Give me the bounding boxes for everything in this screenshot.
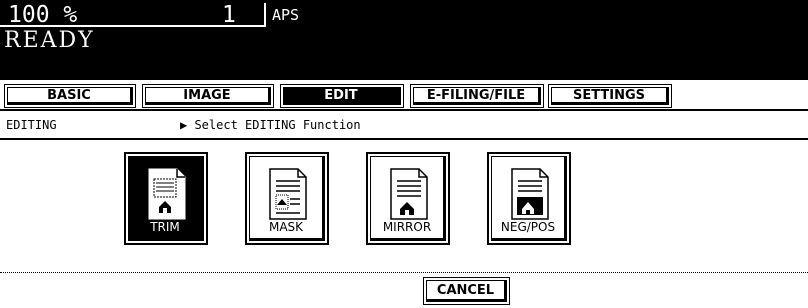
trim-label: TRIM — [150, 220, 180, 234]
tab-image-label: IMAGE — [145, 87, 271, 105]
paper-size: APS — [272, 6, 300, 24]
mirror-button[interactable]: MIRROR — [366, 152, 450, 245]
tab-basic[interactable]: BASIC — [4, 84, 136, 108]
machine-status: READY — [4, 28, 95, 53]
tab-efiling-file-label: E-FILING/FILE — [413, 87, 541, 105]
trim-button-face: TRIM — [128, 156, 204, 241]
mirror-button-face: MIRROR — [370, 156, 446, 241]
mask-button[interactable]: MASK — [245, 152, 329, 245]
header-divider — [0, 138, 808, 140]
tab-basic-label: BASIC — [7, 87, 133, 105]
mirror-label: MIRROR — [382, 220, 432, 234]
negpos-button-face: NEG/POS — [491, 156, 567, 241]
mask-button-face: MASK — [249, 156, 325, 241]
tab-edit[interactable]: EDIT — [280, 84, 404, 108]
tab-underline — [0, 109, 808, 111]
section-title: EDITING — [6, 118, 57, 132]
mask-icon — [269, 168, 307, 220]
negpos-label: NEG/POS — [500, 220, 556, 234]
mask-label: MASK — [268, 220, 304, 234]
tab-efiling-file[interactable]: E-FILING/FILE — [410, 84, 544, 108]
footer-divider — [0, 272, 808, 273]
cancel-button[interactable]: CANCEL — [423, 277, 510, 305]
instruction-text: ▶ Select EDITING Function — [180, 118, 361, 132]
copy-count: 1 — [222, 2, 236, 28]
negpos-button[interactable]: NEG/POS — [487, 152, 571, 245]
zoom-copies-box: 100 % 1 — [0, 3, 266, 27]
cancel-label: CANCEL — [426, 280, 507, 302]
tab-edit-label: EDIT — [283, 87, 401, 105]
negpos-icon — [511, 168, 549, 220]
tab-settings[interactable]: SETTINGS — [548, 84, 672, 108]
mirror-icon — [390, 168, 428, 220]
tab-settings-label: SETTINGS — [551, 87, 669, 105]
zoom-ratio: 100 % — [8, 2, 78, 28]
trim-icon — [148, 168, 186, 220]
tab-image[interactable]: IMAGE — [142, 84, 274, 108]
trim-button[interactable]: TRIM — [124, 152, 208, 245]
status-bar: 100 % 1 APS READY — [0, 0, 808, 80]
